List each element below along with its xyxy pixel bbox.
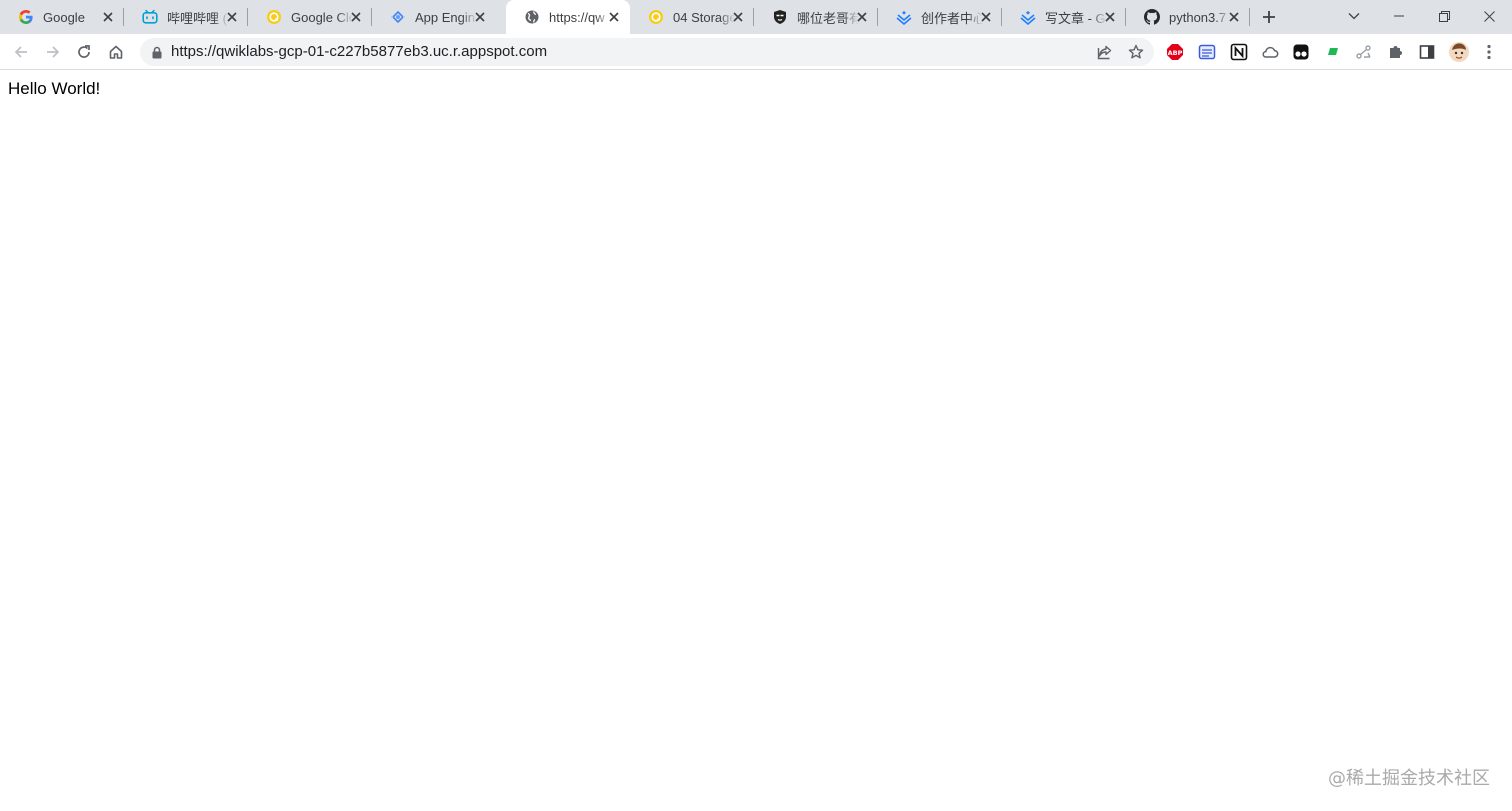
cloud-icon[interactable]: [1259, 41, 1281, 63]
close-icon: [1483, 10, 1495, 22]
home-button[interactable]: [102, 38, 130, 66]
tab-storage[interactable]: 04 Storage: [630, 0, 754, 34]
star-icon: [1128, 44, 1144, 59]
watermark-text: @稀土掘金技术社区: [1328, 768, 1490, 789]
close-icon[interactable]: [224, 9, 240, 25]
plus-icon: [1263, 11, 1275, 23]
puzzle-icon[interactable]: [1385, 41, 1407, 63]
minimize-button[interactable]: [1377, 0, 1421, 32]
minimize-icon: [1394, 15, 1404, 17]
back-button[interactable]: [7, 38, 35, 66]
tab-strip: Google 哔哩哔哩 ( Google Clo App Engin https…: [0, 0, 1512, 34]
close-icon[interactable]: [1102, 9, 1118, 25]
home-icon: [109, 45, 123, 59]
tab-title: Google: [43, 9, 85, 25]
tab-question[interactable]: 哪位老哥有: [754, 0, 878, 34]
svg-text:ABP: ABP: [1168, 49, 1183, 57]
bookmark-button[interactable]: [1125, 41, 1147, 63]
arrow-right-icon: [47, 46, 60, 58]
tab-title: 写文章 - G: [1045, 10, 1106, 26]
tab-title: 哪位老哥有: [797, 10, 859, 26]
tab-app-engine[interactable]: App Engin: [372, 0, 496, 34]
close-icon[interactable]: [978, 9, 994, 25]
juejin-icon: [1020, 9, 1036, 25]
new-tab-button[interactable]: [1258, 6, 1280, 28]
omnibox[interactable]: https://qwiklabs-gcp-01-c227b5877eb3.uc.…: [140, 38, 1154, 66]
tab-write-article[interactable]: 写文章 - G: [1002, 0, 1126, 34]
close-icon[interactable]: [100, 9, 116, 25]
tab-title: Google Clo: [291, 9, 353, 25]
adblock-plus-icon[interactable]: ABP: [1164, 41, 1186, 63]
bilibili-tv-icon: [142, 9, 158, 25]
green-flag-icon[interactable]: [1322, 41, 1344, 63]
profile-avatar-icon[interactable]: [1448, 41, 1470, 63]
avatar-mask-icon: [772, 9, 788, 25]
close-icon[interactable]: [472, 9, 488, 25]
url-text[interactable]: https://qwiklabs-gcp-01-c227b5877eb3.uc.…: [171, 43, 547, 61]
tab-title: 创作者中心: [921, 10, 983, 26]
tab-title: 04 Storage: [673, 9, 735, 25]
close-icon[interactable]: [348, 9, 364, 25]
google-g-icon: [18, 9, 34, 25]
tab-search-button[interactable]: [1332, 0, 1376, 32]
restore-button[interactable]: [1422, 0, 1466, 32]
close-window-button[interactable]: [1467, 0, 1511, 32]
reload-button[interactable]: [70, 38, 98, 66]
github-icon: [1144, 9, 1160, 25]
share-icon: [1097, 45, 1112, 60]
share-button[interactable]: [1094, 41, 1116, 63]
close-icon[interactable]: [854, 9, 870, 25]
globe-icon: [524, 9, 540, 25]
tab-title: https://qw: [549, 9, 605, 25]
forward-button[interactable]: [39, 38, 67, 66]
restore-icon: [1438, 10, 1450, 22]
qwiklabs-icon: [266, 9, 282, 25]
tab-google[interactable]: Google: [0, 0, 124, 34]
tab-title: 哔哩哔哩 (: [167, 10, 227, 26]
close-icon[interactable]: [606, 9, 622, 25]
qwiklabs-icon: [648, 9, 664, 25]
juejin-icon: [896, 9, 912, 25]
tab-bilibili[interactable]: 哔哩哔哩 (: [124, 0, 248, 34]
chevron-down-icon: [1348, 13, 1360, 20]
hello-world-text: Hello World!: [8, 79, 101, 98]
menu-icon[interactable]: [1478, 41, 1500, 63]
notion-icon[interactable]: [1228, 41, 1250, 63]
tab-title: python3.7: [1169, 9, 1227, 25]
lock-icon[interactable]: [150, 45, 164, 59]
share-graph-icon[interactable]: [1353, 41, 1375, 63]
tab-appspot-active[interactable]: https://qw: [506, 0, 630, 34]
reload-icon: [78, 45, 90, 58]
tampermonkey-icon[interactable]: [1290, 41, 1312, 63]
tab-github-python[interactable]: python3.7: [1126, 0, 1250, 34]
tab-creator-center[interactable]: 创作者中心: [878, 0, 1002, 34]
tab-title: App Engin: [415, 9, 475, 25]
close-icon[interactable]: [1226, 9, 1242, 25]
tab-google-cloud[interactable]: Google Clo: [248, 0, 372, 34]
arrow-left-icon: [14, 46, 27, 58]
page-content: Hello World!: [0, 70, 1512, 811]
app-engine-icon: [390, 9, 406, 25]
close-icon[interactable]: [730, 9, 746, 25]
reader-icon[interactable]: [1196, 41, 1218, 63]
browser-toolbar: https://qwiklabs-gcp-01-c227b5877eb3.uc.…: [0, 34, 1512, 70]
side-panel-icon[interactable]: [1416, 41, 1438, 63]
